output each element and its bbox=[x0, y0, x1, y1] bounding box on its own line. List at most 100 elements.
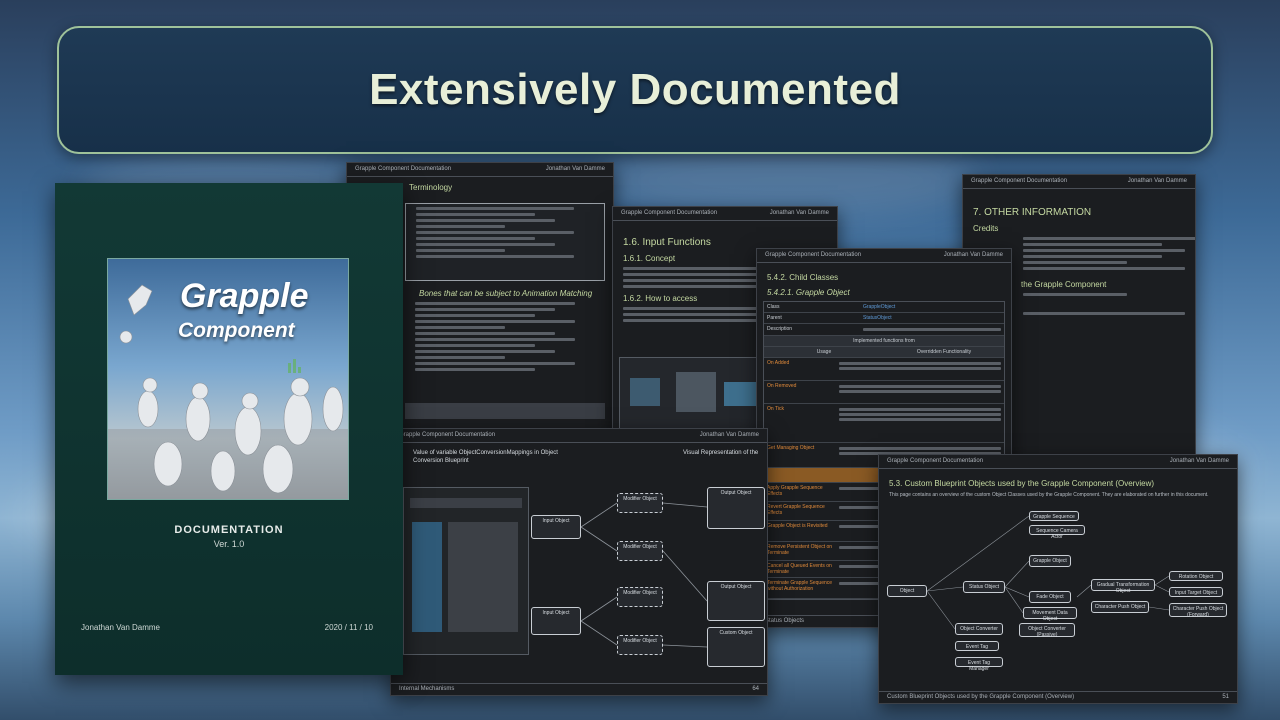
section-heading-2: Bones that can be subject to Animation M… bbox=[419, 289, 593, 298]
diagram-connectors bbox=[580, 502, 708, 648]
title-banner: Extensively Documented bbox=[57, 26, 1213, 154]
section-heading: 7. OTHER INFORMATION bbox=[973, 207, 1092, 218]
connector bbox=[1148, 606, 1170, 611]
row-label: Parent bbox=[767, 315, 782, 321]
page-footer: Custom Blueprint Objects used by the Gra… bbox=[879, 691, 1237, 703]
page-title: Extensively Documented bbox=[369, 65, 901, 114]
connector bbox=[662, 502, 708, 508]
connector bbox=[662, 644, 708, 648]
connector bbox=[662, 550, 708, 602]
footer-right: 64 bbox=[752, 686, 759, 692]
header-right: Jonathan Van Damme bbox=[943, 252, 1003, 258]
header-right: Jonathan Van Damme bbox=[545, 166, 605, 172]
cover-doc-label: DOCUMENTATION bbox=[174, 524, 284, 536]
cover-logo-line2: Component bbox=[178, 319, 295, 342]
doc-page-object-conversion: Grapple Component Documentation Jonathan… bbox=[390, 428, 768, 696]
text-line bbox=[416, 231, 575, 234]
body-text bbox=[405, 299, 605, 374]
row-value: StatusObject bbox=[863, 315, 892, 321]
text-line bbox=[416, 219, 555, 222]
page-header: Grapple Component Documentation Jonathan… bbox=[963, 175, 1195, 189]
text-line bbox=[415, 338, 575, 341]
text-line bbox=[415, 314, 535, 317]
row-label: Get Managing Object bbox=[767, 445, 815, 451]
connector bbox=[1154, 584, 1170, 593]
row-label: Apply Grapple Sequence Effects bbox=[767, 485, 823, 497]
section-heading: 5.4.2. Child Classes bbox=[767, 273, 839, 282]
connector bbox=[580, 620, 618, 646]
section-heading: 1.6. Input Functions bbox=[623, 237, 711, 248]
row-label: Description bbox=[767, 326, 793, 332]
text-line bbox=[1023, 293, 1128, 296]
connector bbox=[580, 596, 618, 622]
page-header: Grapple Component Documentation Jonathan… bbox=[757, 249, 1011, 263]
documentation-cover: Grapple Component DOCUMENTATION Ver. 1.0… bbox=[55, 183, 403, 675]
robot-hand-icon bbox=[127, 284, 153, 316]
connector bbox=[1004, 560, 1030, 588]
row-value: GrappleObject bbox=[863, 304, 896, 310]
text-line bbox=[415, 308, 555, 311]
sub-heading: the Grapple Component bbox=[1021, 280, 1107, 289]
sub-heading: 5.4.2.1. Grapple Object bbox=[767, 288, 850, 297]
cover-author: Jonathan Van Damme bbox=[81, 623, 161, 632]
section-heading: Terminology bbox=[409, 183, 453, 192]
table-row: Class GrappleObject bbox=[764, 302, 1004, 313]
text-line bbox=[415, 362, 575, 365]
text-line bbox=[415, 332, 555, 335]
page-header: Grapple Component Documentation Jonathan… bbox=[613, 207, 837, 221]
connector bbox=[926, 515, 1030, 592]
page-footer: Internal Mechanisms 64 bbox=[391, 683, 767, 695]
cover-date: 2020 / 11 / 10 bbox=[324, 623, 373, 632]
row-label: Grapple Object is Revisited bbox=[767, 523, 828, 529]
footer-left: Status Objects bbox=[765, 618, 805, 624]
footer-left: Internal Mechanisms bbox=[399, 686, 455, 692]
table-strip bbox=[405, 403, 605, 419]
doc-page-custom-objects: Grapple Component Documentation Jonathan… bbox=[878, 454, 1238, 704]
text-line bbox=[623, 279, 758, 282]
text-line bbox=[415, 350, 555, 353]
table-row: On Removed bbox=[764, 381, 1004, 404]
table-title: Implemented functions from bbox=[853, 338, 915, 344]
row-label: On Added bbox=[767, 360, 790, 366]
text-line bbox=[416, 237, 535, 240]
row-label: Terminate Grapple Sequence without Autho… bbox=[767, 580, 833, 592]
page-header: Grapple Component Documentation Jonathan… bbox=[347, 163, 613, 177]
blueprint-screenshot bbox=[619, 357, 771, 429]
text-line bbox=[415, 326, 505, 329]
connector bbox=[580, 526, 618, 552]
connector bbox=[1076, 584, 1092, 598]
text-line bbox=[415, 320, 575, 323]
table-row: Description bbox=[764, 324, 1004, 336]
col-usage: Usage bbox=[816, 349, 832, 355]
text-line bbox=[415, 302, 575, 305]
cover-logo-line1: Grapple bbox=[180, 277, 309, 315]
text-line bbox=[1023, 261, 1128, 264]
row-label: Class bbox=[767, 304, 780, 310]
text-line bbox=[416, 225, 506, 228]
header-left: Grapple Component Documentation bbox=[355, 166, 452, 172]
sub-heading: Credits bbox=[973, 224, 999, 233]
row-label: On Tick bbox=[767, 406, 784, 412]
text-line bbox=[1023, 255, 1163, 258]
connector bbox=[1154, 575, 1170, 586]
table-head-row: Usage Overridden Functionality bbox=[764, 347, 1004, 358]
row-label: Revert Grapple Sequence Effects bbox=[767, 504, 825, 516]
row-label: Remove Persistent Object on Terminate bbox=[767, 544, 833, 556]
text-line bbox=[415, 356, 505, 359]
text-line bbox=[416, 207, 575, 210]
table-row: On Added bbox=[764, 358, 1004, 381]
footer-left: Custom Blueprint Objects used by the Gra… bbox=[887, 694, 1075, 700]
table-title-row: Implemented functions from bbox=[764, 336, 1004, 347]
footer-right: 51 bbox=[1222, 694, 1229, 700]
text-line bbox=[415, 368, 535, 371]
bp-node bbox=[630, 378, 660, 406]
row-value bbox=[860, 324, 1004, 335]
bp-node bbox=[724, 382, 760, 406]
header-right: Jonathan Van Damme bbox=[1127, 178, 1187, 184]
header-right: Jonathan Van Damme bbox=[769, 210, 829, 216]
overview-connectors bbox=[926, 515, 1170, 630]
text-line bbox=[416, 249, 506, 252]
cover-version: Ver. 1.0 bbox=[213, 539, 245, 549]
header-left: Grapple Component Documentation bbox=[971, 178, 1068, 184]
text-line bbox=[1023, 237, 1195, 240]
